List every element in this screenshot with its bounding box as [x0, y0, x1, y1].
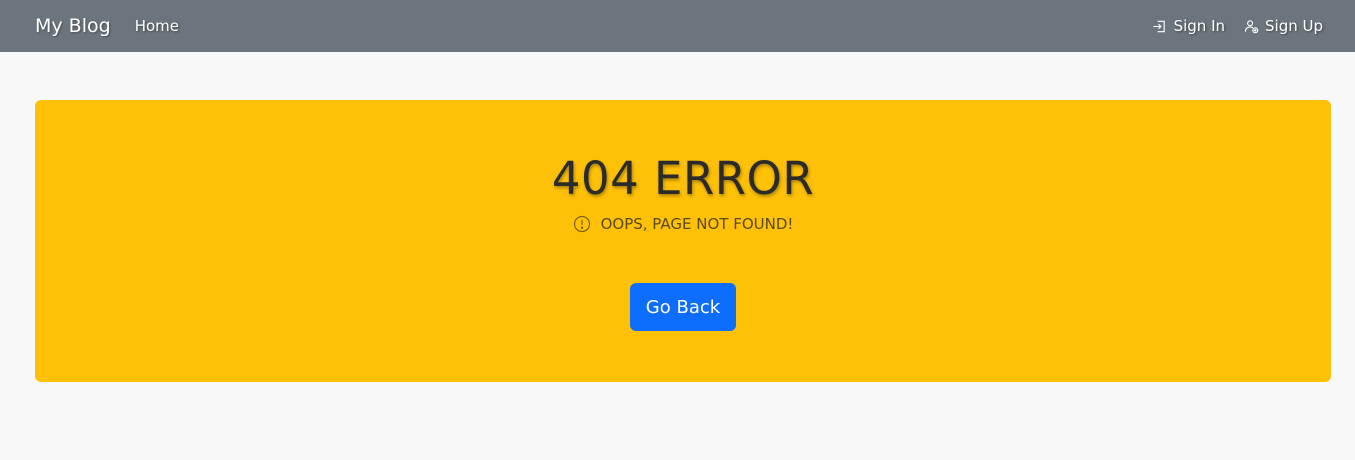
nav-sign-up-link[interactable]: Sign Up	[1243, 17, 1323, 35]
sign-up-label: Sign Up	[1265, 17, 1323, 35]
nav-right: Sign In Sign Up	[1134, 17, 1323, 35]
sign-in-label: Sign In	[1173, 17, 1225, 35]
sign-in-icon	[1152, 18, 1168, 34]
navbar: My Blog Home Sign In Sign Up	[0, 0, 1355, 52]
add-user-icon	[1243, 18, 1259, 34]
nav-home-link[interactable]: Home	[135, 17, 179, 35]
go-back-button[interactable]: Go Back	[630, 283, 736, 331]
error-subtitle-row: OOPS, PAGE NOT FOUND!	[573, 215, 794, 233]
error-title: 404 ERROR	[551, 152, 815, 205]
exclamation-circle-icon	[573, 215, 591, 233]
brand-link[interactable]: My Blog	[35, 15, 111, 37]
error-alert-box: 404 ERROR OOPS, PAGE NOT FOUND! Go Back	[35, 100, 1331, 382]
error-subtitle: OOPS, PAGE NOT FOUND!	[600, 215, 794, 233]
nav-sign-in-link[interactable]: Sign In	[1152, 17, 1225, 35]
nav-left: My Blog Home	[35, 15, 179, 37]
